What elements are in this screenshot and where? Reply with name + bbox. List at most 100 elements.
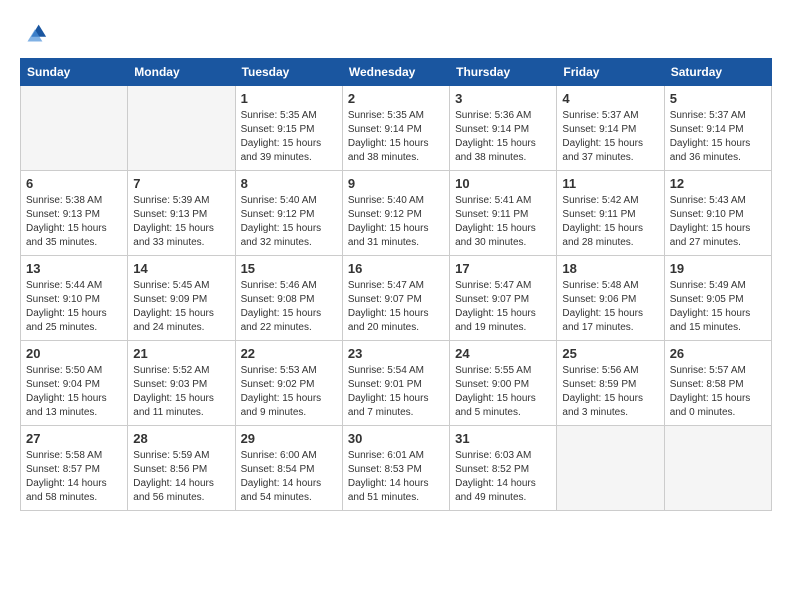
weekday-header-sunday: Sunday bbox=[21, 59, 128, 86]
calendar-cell: 8 Sunrise: 5:40 AM Sunset: 9:12 PM Daylig… bbox=[235, 171, 342, 256]
calendar-cell: 24Sunrise: 5:55 AM Sunset: 9:00 PM Dayli… bbox=[450, 341, 557, 426]
day-number: 10 bbox=[455, 176, 551, 191]
day-number: 22 bbox=[241, 346, 337, 361]
weekday-header-tuesday: Tuesday bbox=[235, 59, 342, 86]
day-info: Sunrise: 5:52 AM Sunset: 9:03 PM Dayligh… bbox=[133, 364, 229, 420]
day-info: Sunrise: 5:35 AM Sunset: 9:15 PM Dayligh… bbox=[241, 109, 337, 165]
day-number: 1 bbox=[241, 91, 337, 106]
day-number: 12 bbox=[670, 176, 766, 191]
calendar-cell: 11 Sunrise: 5:42 AM Sunset: 9:11 PM Dayli… bbox=[557, 171, 664, 256]
calendar-cell: 22 Sunrise: 5:53 AM Sunset: 9:02 PM Dayli… bbox=[235, 341, 342, 426]
day-info: Sunrise: 5:40 AM Sunset: 9:12 PM Dayligh… bbox=[348, 194, 444, 250]
calendar-cell: 2 Sunrise: 5:35 AM Sunset: 9:14 PM Daylig… bbox=[342, 86, 449, 171]
logo bbox=[20, 20, 52, 48]
day-info: Sunrise: 5:48 AM Sunset: 9:06 PM Dayligh… bbox=[562, 279, 658, 335]
calendar-cell: 9 Sunrise: 5:40 AM Sunset: 9:12 PM Daylig… bbox=[342, 171, 449, 256]
page-header bbox=[20, 20, 772, 48]
weekday-header-wednesday: Wednesday bbox=[342, 59, 449, 86]
weekday-header-monday: Monday bbox=[128, 59, 235, 86]
weekday-header-friday: Friday bbox=[557, 59, 664, 86]
day-info: Sunrise: 5:56 AM Sunset: 8:59 PM Dayligh… bbox=[562, 364, 658, 420]
day-info: Sunrise: 5:35 AM Sunset: 9:14 PM Dayligh… bbox=[348, 109, 444, 165]
day-number: 8 bbox=[241, 176, 337, 191]
day-number: 21 bbox=[133, 346, 229, 361]
calendar-cell: 25 Sunrise: 5:56 AM Sunset: 8:59 PM Dayli… bbox=[557, 341, 664, 426]
day-info: Sunrise: 5:54 AM Sunset: 9:01 PM Dayligh… bbox=[348, 364, 444, 420]
day-info: Sunrise: 5:49 AM Sunset: 9:05 PM Dayligh… bbox=[670, 279, 766, 335]
day-info: Sunrise: 5:59 AM Sunset: 8:56 PM Dayligh… bbox=[133, 449, 229, 505]
calendar-cell: 28 Sunrise: 5:59 AM Sunset: 8:56 PM Dayli… bbox=[128, 426, 235, 511]
day-number: 20 bbox=[26, 346, 122, 361]
day-number: 28 bbox=[133, 431, 229, 446]
day-number: 16 bbox=[348, 261, 444, 276]
day-info: Sunrise: 6:03 AM Sunset: 8:52 PM Dayligh… bbox=[455, 449, 551, 505]
calendar-cell: 1 Sunrise: 5:35 AM Sunset: 9:15 PM Daylig… bbox=[235, 86, 342, 171]
week-row-4: 20 Sunrise: 5:50 AM Sunset: 9:04 PM Dayli… bbox=[21, 341, 772, 426]
day-info: Sunrise: 5:46 AM Sunset: 9:08 PM Dayligh… bbox=[241, 279, 337, 335]
calendar-cell bbox=[664, 426, 771, 511]
calendar-cell: 30 Sunrise: 6:01 AM Sunset: 8:53 PM Dayli… bbox=[342, 426, 449, 511]
calendar-cell bbox=[128, 86, 235, 171]
calendar-cell: 19 Sunrise: 5:49 AM Sunset: 9:05 PM Dayli… bbox=[664, 256, 771, 341]
day-info: Sunrise: 5:39 AM Sunset: 9:13 PM Dayligh… bbox=[133, 194, 229, 250]
calendar-cell: 3 Sunrise: 5:36 AM Sunset: 9:14 PM Daylig… bbox=[450, 86, 557, 171]
calendar-cell: 16 Sunrise: 5:47 AM Sunset: 9:07 PM Dayli… bbox=[342, 256, 449, 341]
week-row-5: 27Sunrise: 5:58 AM Sunset: 8:57 PM Dayli… bbox=[21, 426, 772, 511]
day-number: 18 bbox=[562, 261, 658, 276]
calendar-cell: 20 Sunrise: 5:50 AM Sunset: 9:04 PM Dayli… bbox=[21, 341, 128, 426]
day-info: Sunrise: 5:57 AM Sunset: 8:58 PM Dayligh… bbox=[670, 364, 766, 420]
day-number: 25 bbox=[562, 346, 658, 361]
calendar-cell: 27Sunrise: 5:58 AM Sunset: 8:57 PM Dayli… bbox=[21, 426, 128, 511]
calendar-cell: 18 Sunrise: 5:48 AM Sunset: 9:06 PM Dayli… bbox=[557, 256, 664, 341]
weekday-header-thursday: Thursday bbox=[450, 59, 557, 86]
week-row-1: 1 Sunrise: 5:35 AM Sunset: 9:15 PM Daylig… bbox=[21, 86, 772, 171]
calendar-cell bbox=[21, 86, 128, 171]
day-number: 14 bbox=[133, 261, 229, 276]
weekday-header-saturday: Saturday bbox=[664, 59, 771, 86]
day-number: 11 bbox=[562, 176, 658, 191]
day-number: 19 bbox=[670, 261, 766, 276]
day-info: Sunrise: 5:55 AM Sunset: 9:00 PM Dayligh… bbox=[455, 364, 551, 420]
week-row-3: 13Sunrise: 5:44 AM Sunset: 9:10 PM Dayli… bbox=[21, 256, 772, 341]
calendar-cell: 31 Sunrise: 6:03 AM Sunset: 8:52 PM Dayli… bbox=[450, 426, 557, 511]
calendar-cell: 13Sunrise: 5:44 AM Sunset: 9:10 PM Dayli… bbox=[21, 256, 128, 341]
calendar-cell: 29 Sunrise: 6:00 AM Sunset: 8:54 PM Dayli… bbox=[235, 426, 342, 511]
day-number: 2 bbox=[348, 91, 444, 106]
day-info: Sunrise: 5:37 AM Sunset: 9:14 PM Dayligh… bbox=[670, 109, 766, 165]
day-number: 27 bbox=[26, 431, 122, 446]
day-number: 29 bbox=[241, 431, 337, 446]
day-info: Sunrise: 5:47 AM Sunset: 9:07 PM Dayligh… bbox=[348, 279, 444, 335]
day-info: Sunrise: 5:50 AM Sunset: 9:04 PM Dayligh… bbox=[26, 364, 122, 420]
day-info: Sunrise: 5:45 AM Sunset: 9:09 PM Dayligh… bbox=[133, 279, 229, 335]
day-info: Sunrise: 5:42 AM Sunset: 9:11 PM Dayligh… bbox=[562, 194, 658, 250]
day-number: 4 bbox=[562, 91, 658, 106]
calendar-cell: 10 Sunrise: 5:41 AM Sunset: 9:11 PM Dayli… bbox=[450, 171, 557, 256]
day-number: 3 bbox=[455, 91, 551, 106]
calendar-table: SundayMondayTuesdayWednesdayThursdayFrid… bbox=[20, 58, 772, 511]
calendar-cell: 14 Sunrise: 5:45 AM Sunset: 9:09 PM Dayli… bbox=[128, 256, 235, 341]
day-info: Sunrise: 5:38 AM Sunset: 9:13 PM Dayligh… bbox=[26, 194, 122, 250]
logo-icon bbox=[20, 20, 48, 48]
day-info: Sunrise: 5:41 AM Sunset: 9:11 PM Dayligh… bbox=[455, 194, 551, 250]
calendar-cell: 26Sunrise: 5:57 AM Sunset: 8:58 PM Dayli… bbox=[664, 341, 771, 426]
calendar-cell: 17Sunrise: 5:47 AM Sunset: 9:07 PM Dayli… bbox=[450, 256, 557, 341]
day-info: Sunrise: 6:00 AM Sunset: 8:54 PM Dayligh… bbox=[241, 449, 337, 505]
calendar-cell: 7 Sunrise: 5:39 AM Sunset: 9:13 PM Daylig… bbox=[128, 171, 235, 256]
day-number: 15 bbox=[241, 261, 337, 276]
day-number: 7 bbox=[133, 176, 229, 191]
day-info: Sunrise: 5:40 AM Sunset: 9:12 PM Dayligh… bbox=[241, 194, 337, 250]
day-number: 17 bbox=[455, 261, 551, 276]
calendar-cell: 4 Sunrise: 5:37 AM Sunset: 9:14 PM Daylig… bbox=[557, 86, 664, 171]
day-info: Sunrise: 5:53 AM Sunset: 9:02 PM Dayligh… bbox=[241, 364, 337, 420]
day-info: Sunrise: 5:36 AM Sunset: 9:14 PM Dayligh… bbox=[455, 109, 551, 165]
day-number: 9 bbox=[348, 176, 444, 191]
day-number: 23 bbox=[348, 346, 444, 361]
day-number: 13 bbox=[26, 261, 122, 276]
day-number: 6 bbox=[26, 176, 122, 191]
day-number: 31 bbox=[455, 431, 551, 446]
day-info: Sunrise: 5:43 AM Sunset: 9:10 PM Dayligh… bbox=[670, 194, 766, 250]
day-info: Sunrise: 5:37 AM Sunset: 9:14 PM Dayligh… bbox=[562, 109, 658, 165]
day-number: 30 bbox=[348, 431, 444, 446]
calendar-cell: 12 Sunrise: 5:43 AM Sunset: 9:10 PM Dayli… bbox=[664, 171, 771, 256]
day-info: Sunrise: 6:01 AM Sunset: 8:53 PM Dayligh… bbox=[348, 449, 444, 505]
